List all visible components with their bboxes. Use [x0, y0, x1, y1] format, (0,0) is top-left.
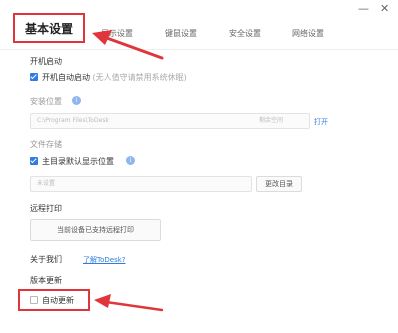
annotation-arrow-update — [94, 294, 164, 312]
annotation-arrow-tab — [92, 30, 164, 60]
settings-window: — ✕ 显示设置 键鼠设置 安全设置 网络设置 基本设置 开机启动 开机自动启动… — [0, 0, 398, 333]
annotation-arrows — [92, 30, 164, 312]
